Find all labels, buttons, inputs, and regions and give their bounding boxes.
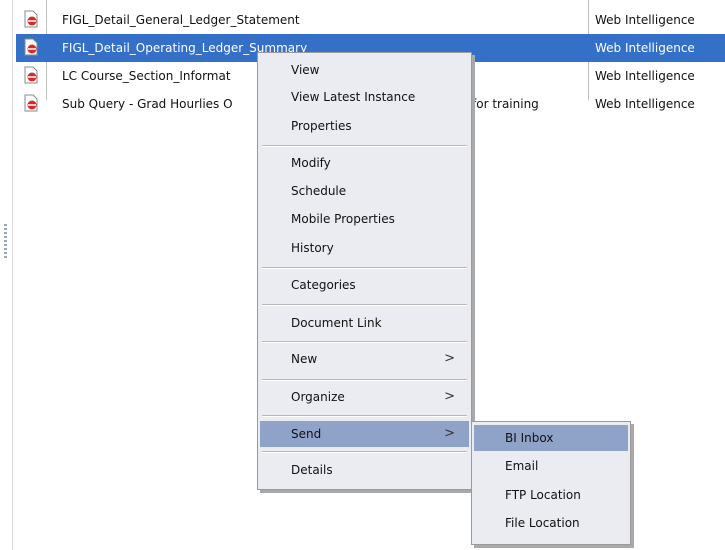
chevron-right-icon: > xyxy=(444,426,455,441)
document-name[interactable]: FIGL_Detail_General_Ledger_Statement xyxy=(62,6,300,34)
chevron-right-icon: > xyxy=(444,389,455,404)
menu-item-label: Organize xyxy=(291,390,345,404)
menu-separator xyxy=(262,267,467,269)
webi-document-icon xyxy=(24,66,38,84)
webi-document-icon xyxy=(24,94,38,112)
webi-document-icon xyxy=(24,10,38,28)
menu-item-details[interactable]: Details xyxy=(260,457,469,483)
menu-separator xyxy=(262,415,467,417)
menu-item-categories[interactable]: Categories xyxy=(260,272,469,298)
table-row[interactable]: FIGL_Detail_General_Ledger_Statement Web… xyxy=(16,6,725,34)
document-type: Web Intelligence xyxy=(595,13,695,27)
left-panel-rail xyxy=(0,0,13,550)
menu-item-schedule[interactable]: Schedule xyxy=(260,178,469,204)
menu-item-label: Send xyxy=(291,427,322,441)
splitter-handle[interactable] xyxy=(4,224,7,258)
menu-item-send[interactable]: Send > xyxy=(260,421,469,447)
document-name[interactable]: LC Course_Section_Informat xyxy=(62,62,231,90)
submenu-item-ftp-location[interactable]: FTP Location xyxy=(474,482,628,508)
menu-item-label: New xyxy=(291,352,318,366)
menu-item-organize[interactable]: Organize > xyxy=(260,384,469,410)
menu-separator xyxy=(262,304,467,306)
menu-item-view[interactable]: View xyxy=(260,57,469,83)
document-name[interactable]: Sub Query - Grad Hourlies O xyxy=(62,90,233,118)
document-type: Web Intelligence xyxy=(595,41,695,55)
chevron-right-icon: > xyxy=(444,351,455,366)
context-menu: View View Latest Instance Properties Mod… xyxy=(257,52,472,490)
menu-item-document-link[interactable]: Document Link xyxy=(260,310,469,336)
submenu-item-email[interactable]: Email xyxy=(474,453,628,479)
menu-item-mobile-properties[interactable]: Mobile Properties xyxy=(260,206,469,232)
menu-item-history[interactable]: History xyxy=(260,235,469,261)
webi-document-icon xyxy=(24,38,38,56)
menu-item-view-latest-instance[interactable]: View Latest Instance xyxy=(260,84,469,110)
send-submenu: BI Inbox Email FTP Location File Locatio… xyxy=(471,421,631,545)
menu-item-properties[interactable]: Properties xyxy=(260,113,469,139)
document-type: Web Intelligence xyxy=(595,97,695,111)
menu-separator xyxy=(262,451,467,453)
menu-separator xyxy=(262,379,467,381)
menu-item-modify[interactable]: Modify xyxy=(260,150,469,176)
menu-separator xyxy=(262,145,467,147)
menu-separator xyxy=(262,341,467,343)
menu-item-new[interactable]: New > xyxy=(260,346,469,372)
document-description: for training xyxy=(472,97,539,111)
submenu-item-bi-inbox[interactable]: BI Inbox xyxy=(474,425,628,451)
document-type: Web Intelligence xyxy=(595,69,695,83)
submenu-item-file-location[interactable]: File Location xyxy=(474,510,628,536)
